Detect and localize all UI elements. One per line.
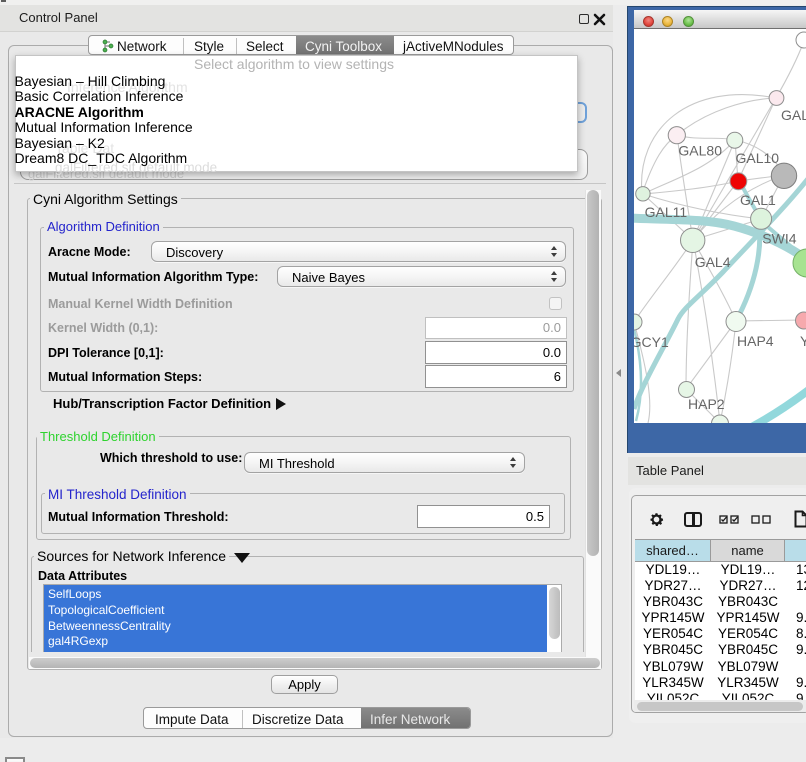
svg-text:GAL10: GAL10 (736, 150, 780, 166)
svg-text:GAL80: GAL80 (678, 142, 722, 158)
svg-text:SWI4: SWI4 (762, 231, 796, 247)
svg-text:HAP2: HAP2 (688, 396, 725, 412)
svg-text:GAL7: GAL7 (781, 107, 806, 123)
svg-text:GAL1: GAL1 (740, 192, 776, 208)
svg-text:HAP4: HAP4 (737, 333, 774, 349)
svg-text:GCY1: GCY1 (634, 334, 669, 350)
svg-text:GAL4: GAL4 (695, 254, 731, 270)
svg-text:GAL11: GAL11 (645, 204, 688, 220)
svg-text:Y: Y (800, 333, 806, 349)
